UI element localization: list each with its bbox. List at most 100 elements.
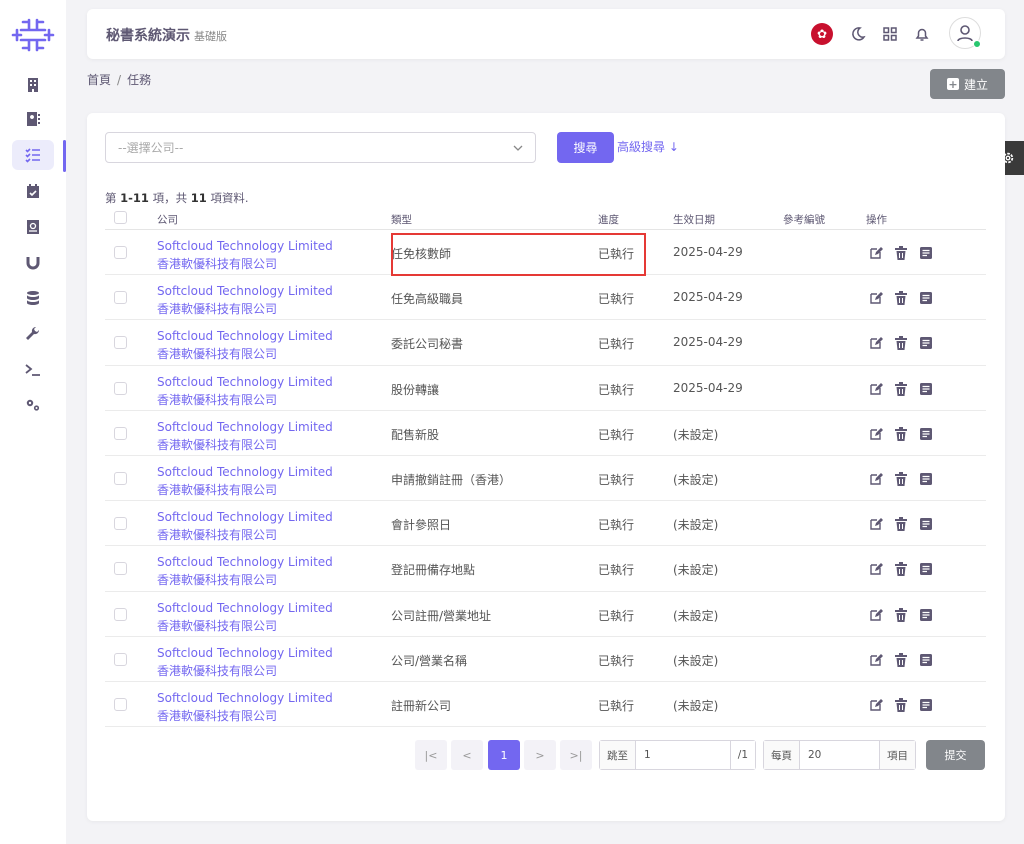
trash-icon[interactable] [894, 517, 908, 532]
company-link[interactable]: Softcloud Technology Limited 香港軟優科技有限公司 [157, 237, 333, 273]
sidebar-item-database[interactable] [12, 283, 54, 313]
select-all-checkbox[interactable] [114, 211, 127, 224]
details-icon[interactable] [919, 698, 933, 712]
app-logo[interactable] [9, 16, 57, 54]
sidebar-item-contacts[interactable] [12, 104, 54, 134]
details-icon[interactable] [919, 562, 933, 576]
row-checkbox[interactable] [114, 471, 127, 485]
trash-icon[interactable] [894, 426, 908, 441]
trash-icon[interactable] [894, 381, 908, 396]
summary-range: 1-11 [120, 191, 149, 205]
details-icon[interactable] [919, 653, 933, 667]
edit-icon[interactable] [869, 246, 883, 260]
page-1-button[interactable]: 1 [488, 740, 520, 770]
submit-button[interactable]: 提交 [926, 740, 985, 770]
breadcrumb: 首頁 / 任務 [87, 71, 151, 88]
row-checkbox[interactable] [114, 562, 127, 576]
breadcrumb-home-link[interactable]: 首頁 [87, 73, 111, 87]
details-icon[interactable] [919, 427, 933, 441]
company-link[interactable]: Softcloud Technology Limited 香港軟優科技有限公司 [157, 508, 333, 544]
sidebar-item-settings[interactable] [12, 390, 54, 420]
details-icon[interactable] [919, 517, 933, 531]
dark-mode-toggle[interactable] [847, 23, 869, 45]
company-link[interactable]: Softcloud Technology Limited 香港軟優科技有限公司 [157, 418, 333, 454]
prev-page-button[interactable]: < [451, 740, 483, 770]
summary-prefix: 第 [105, 191, 121, 205]
edit-icon[interactable] [869, 382, 883, 396]
edit-icon[interactable] [869, 608, 883, 622]
trash-icon[interactable] [894, 336, 908, 351]
row-checkbox[interactable] [114, 426, 127, 440]
column-header-company[interactable]: 公司 [157, 212, 178, 227]
edit-icon[interactable] [869, 427, 883, 441]
edit-icon[interactable] [869, 472, 883, 486]
company-link[interactable]: Softcloud Technology Limited 香港軟優科技有限公司 [157, 373, 333, 409]
sidebar-item-terminal[interactable] [12, 355, 54, 385]
trash-icon[interactable] [894, 607, 908, 622]
column-header-type[interactable]: 類型 [391, 212, 412, 227]
sidebar-item-email[interactable] [12, 212, 54, 242]
column-header-actions: 操作 [866, 214, 887, 226]
column-header-status[interactable]: 進度 [598, 212, 619, 227]
effective-date: (未設定) [673, 608, 719, 623]
row-checkbox[interactable] [114, 652, 127, 666]
trash-icon[interactable] [894, 652, 908, 667]
company-link[interactable]: Softcloud Technology Limited 香港軟優科技有限公司 [157, 599, 333, 635]
trash-icon[interactable] [894, 562, 908, 577]
company-link[interactable]: Softcloud Technology Limited 香港軟優科技有限公司 [157, 553, 333, 589]
details-icon[interactable] [919, 608, 933, 622]
edit-icon[interactable] [869, 517, 883, 531]
edit-icon[interactable] [869, 562, 883, 576]
trash-icon[interactable] [894, 246, 908, 260]
edit-icon[interactable] [869, 698, 883, 712]
trash-icon[interactable] [894, 471, 908, 486]
company-link[interactable]: Softcloud Technology Limited 香港軟優科技有限公司 [157, 644, 333, 680]
sidebar-item-tools[interactable] [12, 319, 54, 349]
apps-menu-button[interactable] [879, 23, 901, 45]
jump-page-input[interactable]: 1 [635, 741, 731, 769]
column-header-reference[interactable]: 參考編號 [783, 212, 825, 227]
terminal-icon [25, 364, 40, 376]
edit-icon[interactable] [869, 291, 883, 305]
trash-icon[interactable] [894, 291, 908, 306]
edit-icon[interactable] [869, 336, 883, 350]
bell-icon [915, 28, 929, 41]
task-status: 已執行 [598, 472, 635, 487]
company-link[interactable]: Softcloud Technology Limited 香港軟優科技有限公司 [157, 689, 333, 725]
company-link[interactable]: Softcloud Technology Limited 香港軟優科技有限公司 [157, 282, 333, 318]
last-page-button[interactable]: >| [560, 740, 592, 770]
notifications-button[interactable] [911, 23, 933, 45]
company-select[interactable]: --選擇公司-- [105, 132, 536, 163]
details-icon[interactable] [919, 291, 933, 305]
create-button[interactable]: + 建立 [930, 69, 1005, 99]
edit-icon[interactable] [869, 653, 883, 667]
details-icon[interactable] [919, 472, 933, 486]
company-name-zh: 香港軟優科技有限公司 [157, 437, 278, 452]
company-link[interactable]: Softcloud Technology Limited 香港軟優科技有限公司 [157, 327, 333, 363]
first-page-button[interactable]: |< [415, 740, 447, 770]
details-icon[interactable] [919, 246, 933, 260]
sidebar-item-calendar[interactable] [12, 176, 54, 206]
language-switch[interactable]: ✿ [811, 23, 833, 45]
user-avatar[interactable] [949, 17, 981, 49]
row-checkbox[interactable] [114, 291, 127, 305]
advanced-search-link[interactable]: 高級搜尋 ↓ [617, 138, 679, 155]
sidebar-item-company[interactable] [12, 70, 54, 100]
row-checkbox[interactable] [114, 336, 127, 350]
search-button[interactable]: 搜尋 [557, 132, 614, 163]
row-checkbox[interactable] [114, 607, 127, 621]
sidebar-item-tasks[interactable] [12, 140, 54, 170]
row-checkbox[interactable] [114, 697, 127, 711]
per-page-input[interactable]: 20 [799, 741, 880, 769]
company-link[interactable]: Softcloud Technology Limited 香港軟優科技有限公司 [157, 463, 333, 499]
next-page-button[interactable]: > [524, 740, 556, 770]
row-checkbox[interactable] [114, 517, 127, 531]
row-checkbox[interactable] [114, 246, 127, 259]
details-icon[interactable] [919, 382, 933, 396]
column-header-effective-date[interactable]: 生效日期 [673, 212, 715, 227]
trash-icon[interactable] [894, 697, 908, 712]
details-icon[interactable] [919, 336, 933, 350]
row-checkbox[interactable] [114, 381, 127, 395]
sidebar-item-magnet[interactable] [12, 248, 54, 278]
table-row: Softcloud Technology Limited 香港軟優科技有限公司 股份… [105, 366, 986, 411]
